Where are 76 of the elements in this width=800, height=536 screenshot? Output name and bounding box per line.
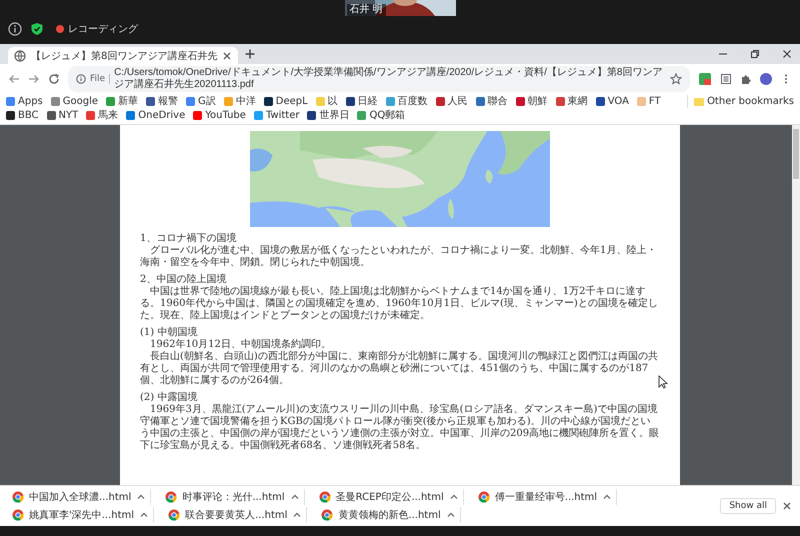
show-all-button[interactable]: Show all [720, 498, 776, 514]
browser-tab[interactable]: 【レジュメ】第8回ワンアジア講座石井先 [8, 47, 238, 64]
recording-icon [56, 25, 64, 33]
bookmark[interactable]: 報警 [146, 95, 178, 108]
chrome-icon [478, 491, 490, 503]
puzzle-icon[interactable] [740, 73, 752, 85]
url-scheme: File [90, 74, 106, 84]
reading-list-icon[interactable] [720, 73, 732, 85]
bookmark[interactable]: Apps [6, 95, 43, 108]
paragraph: グローバル化が進む中、国境の敷居が低くなったといわれたが、コロナ禍により一変。北朝鮮、今年1月、陸上・海南・留空を今年中、閉鎖。閉じられた中朝国境。 [140, 245, 658, 269]
bookmark[interactable]: Twitter [254, 109, 300, 122]
reload-icon[interactable] [48, 73, 60, 85]
paragraph: 長白山(朝鮮名、白頭山)の西北部分が中国に、東南部分が北朝鮮に属する。国境河川の鴨緑江と図們江は両国の共有とし、両国が共同で管理使用する。河川のなかの島嶼と砂洲については、451個のうち、中国に属するのが187個、北朝鮮に属するのが264個。 [140, 351, 659, 387]
download-item[interactable]: 黄黄领梅的新色...html [317, 507, 461, 523]
extension-icon[interactable] [698, 72, 712, 86]
subsection-heading: (2) 中露国境 [140, 392, 198, 404]
bookmark[interactable]: FT [636, 95, 661, 108]
url-text: C:/Users/tomok/OneDrive/ドキュメント/大学授業準備関係/ワンアジア講座/2020/レジュメ・資料/【レジュメ】第8回ワンアジア講座石井先生20201113.pdf [114, 67, 664, 91]
bookmark[interactable]: 新華 [106, 95, 138, 108]
info-icon[interactable] [8, 22, 22, 36]
bookmark[interactable]: BBC [6, 109, 39, 122]
new-tab-icon[interactable] [244, 48, 256, 60]
star-icon[interactable] [670, 73, 682, 85]
other-bookmarks[interactable]: Other bookmarks [687, 95, 794, 108]
cursor-icon [658, 375, 668, 389]
bookmark[interactable]: YouTube [193, 109, 246, 122]
download-item[interactable]: 姚真軍李'深先中...html [8, 507, 154, 523]
chrome-icon [12, 491, 24, 503]
section-heading: 1、コロナ禍下の国境 [140, 233, 238, 245]
paragraph: 中国は世界で陸地の国境線が最も長い。陸上国境は北朝鮮からベトナムまで14か国を通り、1万2千キロに達する。1960年代から中国は、隣国との国境確定を進め、1960年10月1日、ビルマ(現、ミャンマー)との国境を確定した。現在、陸上国境はインドとブータンとの国境だけが未確定。 [140, 286, 659, 322]
bookmark[interactable]: VOA [596, 95, 629, 108]
bookmark[interactable]: 朝鮮 [516, 95, 548, 108]
download-item[interactable]: 时事评论：光什...html [161, 489, 305, 505]
paragraph: 1962年10月12日、中朝国境条約調印。 [149, 339, 332, 350]
shield-icon[interactable] [30, 22, 44, 36]
scrollbar[interactable] [792, 125, 800, 485]
subsection-heading: (1) 中朝国境 [140, 327, 198, 339]
bookmark[interactable]: 以 [316, 95, 338, 108]
restore-icon[interactable] [750, 49, 760, 59]
bookmark[interactable]: 東網 [556, 95, 588, 108]
recording-label: レコーディング [68, 23, 138, 36]
back-arrow-icon[interactable] [8, 73, 20, 85]
globe-icon [14, 50, 26, 62]
chrome-icon [165, 491, 178, 503]
close-icon[interactable] [782, 49, 792, 59]
chrome-icon [318, 491, 331, 503]
profile-avatar[interactable] [760, 73, 772, 85]
bookmark[interactable]: 世界日 [307, 109, 350, 122]
folder-icon [694, 98, 704, 106]
bookmark[interactable]: 日経 [346, 95, 378, 108]
bookmark[interactable]: 人民 [436, 95, 468, 108]
participant-name: 石井 明 [346, 4, 386, 16]
bookmark[interactable]: OneDrive [126, 109, 186, 122]
bookmark[interactable]: 中洋 [224, 95, 256, 108]
close-icon[interactable] [782, 501, 792, 511]
bookmark[interactable]: QQ郵箱 [357, 109, 406, 122]
download-item[interactable]: 中国加入全球濃...html [8, 489, 152, 505]
download-item[interactable]: 圣曼RCEP印定公...html [314, 489, 464, 505]
bookmark[interactable]: NYT [46, 109, 78, 122]
bookmark[interactable]: DeepL [264, 95, 308, 108]
bookmark[interactable]: 馬来 [86, 109, 118, 122]
section-heading: 2、中国の陸上国境 [140, 274, 228, 286]
close-icon[interactable] [222, 50, 232, 60]
download-item[interactable]: 联合要要黄英人...html [164, 507, 308, 523]
info-icon[interactable] [76, 74, 86, 84]
bookmark[interactable]: 百度数 [386, 95, 428, 108]
paragraph: 1969年3月、黒龍江(アムール川)の支流ウスリー川の川中島、珍宝島(ロシア語名、ダマンスキー島)で中国の国境守備軍とソ連で国境警備を担うKGBの国境パトロール隊が衝突(後から正規軍も加わる)。川の中心線が国境だという中国の主張と、中国側の岸が国境だというソ連側の主張が対立。中国軍、川岸の209高地に機関砲陣所を置く。眼下に珍宝島が見える。中国側戦死者68名、ソ連側戦死者58名。 [140, 404, 660, 452]
address-field[interactable]: File C:/Users/tomok/OneDrive/ドキュメント/大学授業準備関係/ワンアジア講座/2020/レジュメ・資料/【レジュメ】第8回ワンアジア講座石井先生20201113.pdf [68, 66, 690, 92]
bookmark[interactable]: 聯合 [476, 95, 508, 108]
bookmark[interactable]: Google [50, 95, 98, 108]
forward-arrow-icon[interactable] [28, 73, 40, 85]
bookmark[interactable]: G訳 [186, 95, 216, 108]
chrome-icon [12, 509, 24, 521]
chrome-icon [168, 509, 180, 521]
download-item[interactable]: 傅一重量经审号...html [474, 489, 618, 505]
chrome-icon [321, 509, 334, 521]
